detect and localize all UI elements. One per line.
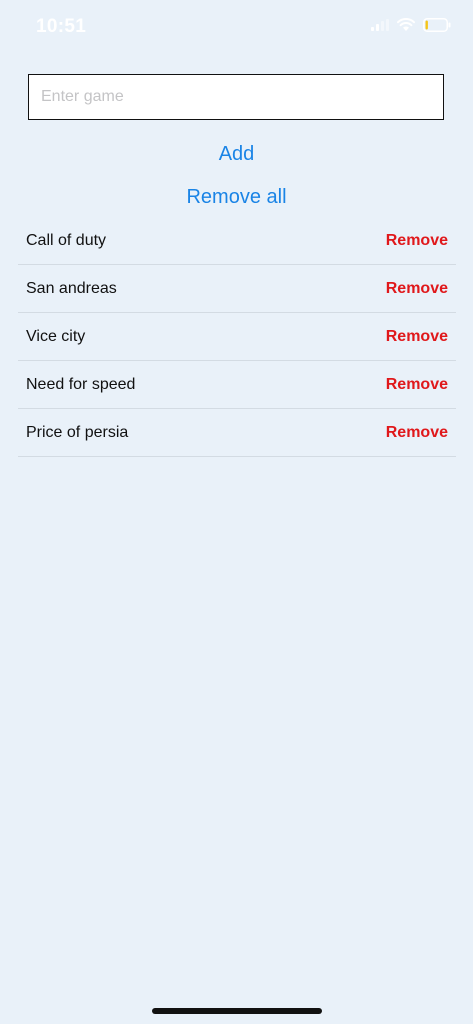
enter-game-input[interactable] — [28, 74, 444, 120]
game-name: Price of persia — [26, 423, 129, 441]
list-item: Need for speed Remove — [18, 361, 456, 409]
home-indicator[interactable] — [152, 1008, 322, 1014]
game-name: Need for speed — [26, 375, 136, 393]
game-list: Call of duty Remove San andreas Remove V… — [18, 217, 456, 457]
list-item: Call of duty Remove — [18, 217, 456, 265]
wifi-icon — [397, 18, 415, 32]
list-item: San andreas Remove — [18, 265, 456, 313]
remove-button[interactable]: Remove — [386, 232, 448, 250]
list-item: Price of persia Remove — [18, 409, 456, 457]
battery-icon — [423, 18, 451, 32]
status-time: 10:51 — [36, 16, 87, 37]
status-icons — [371, 18, 451, 32]
remove-button[interactable]: Remove — [386, 328, 448, 346]
game-name: Vice city — [26, 327, 86, 345]
game-name: Call of duty — [26, 231, 107, 249]
add-button[interactable]: Add — [0, 141, 473, 167]
list-item: Vice city Remove — [18, 313, 456, 361]
signal-icon — [371, 19, 389, 31]
remove-button[interactable]: Remove — [386, 376, 448, 394]
remove-all-button[interactable]: Remove all — [0, 184, 473, 210]
remove-button[interactable]: Remove — [386, 280, 448, 298]
status-bar: 10:51 — [0, 0, 473, 56]
remove-button[interactable]: Remove — [386, 424, 448, 442]
game-name: San andreas — [26, 279, 117, 297]
